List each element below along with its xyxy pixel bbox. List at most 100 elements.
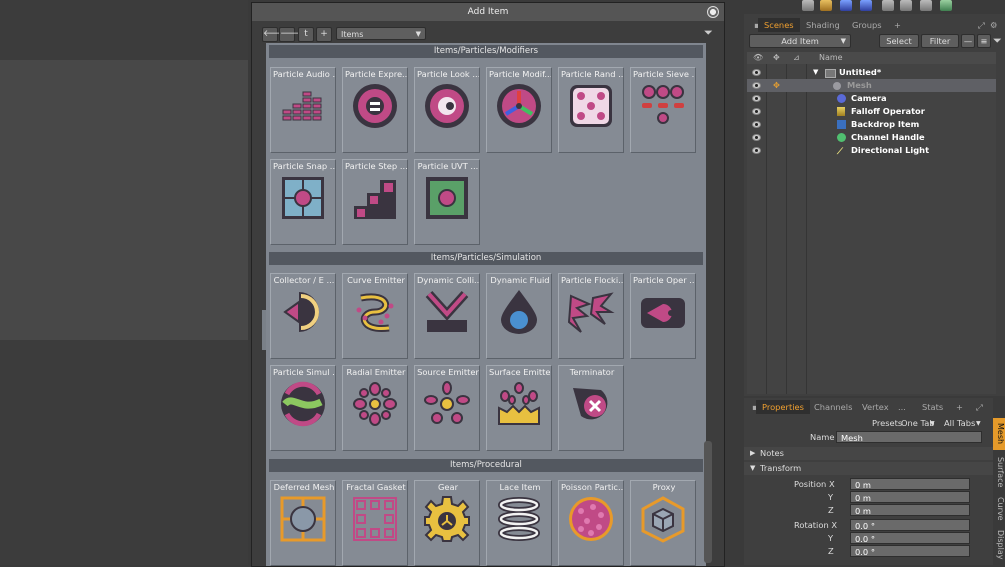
item-tile[interactable]: Radial Emitter: [342, 365, 408, 451]
rotation-x-field[interactable]: 0.0 °: [850, 519, 970, 531]
item-tile[interactable]: Particle Step ...: [342, 159, 408, 245]
side-tab-surface[interactable]: Surface: [993, 452, 1005, 492]
forward-button[interactable]: 🡒: [279, 27, 304, 42]
list-icon[interactable]: ≡: [977, 34, 991, 48]
item-tile[interactable]: Gear: [414, 480, 480, 566]
list-item[interactable]: ⟋ Directional Light: [747, 144, 996, 157]
tab-scenes[interactable]: Scenes: [758, 18, 800, 32]
transform-section[interactable]: ▼ Transform: [744, 462, 993, 475]
simulation-icon: [281, 381, 325, 427]
list-item[interactable]: Camera: [747, 92, 996, 105]
name-label: Name: [810, 432, 835, 442]
add-item-button[interactable]: Add Item ▼: [749, 34, 851, 48]
notes-section[interactable]: ▶ Notes: [744, 447, 993, 460]
eye-icon[interactable]: [752, 121, 761, 128]
scene-panel: ▪ Scenes Shading Groups + ⤢ ⚙ Add Item ▼…: [744, 14, 1005, 396]
toolbar-icon-7[interactable]: [920, 0, 932, 11]
transform-label: Transform: [760, 463, 802, 473]
toolbar-icon-8[interactable]: [940, 0, 952, 11]
item-tile[interactable]: Particle Sieve ...: [630, 67, 696, 153]
expand-triangle-icon[interactable]: ▼: [813, 66, 818, 79]
position-y-field[interactable]: 0 m: [850, 491, 970, 503]
tab-groups[interactable]: Groups: [846, 18, 888, 32]
item-tile[interactable]: Poisson Partic...: [558, 480, 624, 566]
filter-icon[interactable]: ⏷: [704, 27, 716, 39]
browser-scrollbar[interactable]: [704, 441, 712, 563]
item-tile[interactable]: Particle Audio ...: [270, 67, 336, 153]
eye-icon[interactable]: [752, 82, 761, 89]
item-tile[interactable]: Proxy: [630, 480, 696, 566]
item-tile[interactable]: Surface Emitter: [486, 365, 552, 451]
item-tile[interactable]: Particle UVT ...: [414, 159, 480, 245]
list-item[interactable]: ✥ Mesh: [747, 79, 996, 92]
item-tile[interactable]: Particle Simul ...: [270, 365, 336, 451]
tab-add[interactable]: +: [950, 400, 969, 414]
dialog-close-icon[interactable]: [707, 6, 719, 18]
toolbar-icon-4[interactable]: [860, 0, 872, 11]
eye-icon[interactable]: [752, 69, 761, 76]
list-item[interactable]: Channel Handle: [747, 131, 996, 144]
position-x-field[interactable]: 0 m: [850, 478, 970, 490]
position-z-field[interactable]: 0 m: [850, 504, 970, 516]
back-button[interactable]: 🡐: [262, 27, 287, 42]
filter-button[interactable]: Filter: [921, 34, 959, 48]
equalizer-icon: [282, 91, 322, 121]
item-tile[interactable]: Dynamic Fluid: [486, 273, 552, 359]
side-tab-mesh[interactable]: Mesh: [993, 418, 1005, 450]
toolbar-icon-5[interactable]: [882, 0, 894, 11]
select-button[interactable]: Select: [879, 34, 919, 48]
item-tile[interactable]: Particle Expre...: [342, 67, 408, 153]
all-tabs-dropdown[interactable]: All Tabs: [944, 417, 975, 430]
tile-label: Particle Flocki...: [561, 275, 623, 285]
toolbar-icon-3[interactable]: [840, 0, 852, 11]
eye-icon[interactable]: [752, 95, 761, 102]
item-tile[interactable]: Particle Rand ...: [558, 67, 624, 153]
item-tile[interactable]: Particle Look ...: [414, 67, 480, 153]
item-tile[interactable]: Particle Snap ...: [270, 159, 336, 245]
toolbar-icon-6[interactable]: [900, 0, 912, 11]
side-tab-display[interactable]: Display: [993, 526, 1005, 564]
list-item[interactable]: ▼ Untitled*: [747, 66, 996, 79]
tab-channels[interactable]: Channels: [808, 400, 858, 414]
rotation-y-field[interactable]: 0.0 °: [850, 532, 970, 544]
eye-icon[interactable]: [752, 134, 761, 141]
eye-icon[interactable]: [752, 147, 761, 154]
up-button[interactable]: t: [298, 27, 314, 42]
tab-shading[interactable]: Shading: [800, 18, 846, 32]
toolbar-icon-1[interactable]: [802, 0, 814, 11]
item-tile[interactable]: Lace Item: [486, 480, 552, 566]
item-tile[interactable]: Fractal Gasket: [342, 480, 408, 566]
tile-label: Lace Item: [499, 482, 541, 492]
tile-label: Particle Simul ...: [273, 367, 335, 377]
item-tile[interactable]: Source Emitter: [414, 365, 480, 451]
filter-icon[interactable]: ⏷: [993, 34, 1002, 48]
dialog-resize-handle[interactable]: [262, 310, 266, 350]
item-tile[interactable]: Dynamic Colli...: [414, 273, 480, 359]
tab-add[interactable]: +: [888, 18, 907, 32]
tab-properties[interactable]: Properties: [756, 400, 810, 414]
collapse-icon[interactable]: —: [961, 34, 975, 48]
presets-label[interactable]: Presets: [872, 417, 902, 430]
tab-vertex[interactable]: Vertex: [856, 400, 895, 414]
list-item[interactable]: Backdrop Item: [747, 118, 996, 131]
list-item[interactable]: Falloff Operator: [747, 105, 996, 118]
expand-icon[interactable]: ⤢: [970, 400, 989, 414]
name-field[interactable]: Mesh: [836, 431, 982, 443]
tab-more[interactable]: ...: [892, 400, 912, 414]
eye-icon[interactable]: [752, 108, 761, 115]
toolbar-icon-2[interactable]: [820, 0, 832, 11]
item-tile[interactable]: Curve Emitter: [342, 273, 408, 359]
rotation-z-field[interactable]: 0.0 °: [850, 545, 970, 557]
side-tab-curve[interactable]: Curve: [993, 494, 1005, 524]
item-tile[interactable]: Terminator: [558, 365, 624, 451]
gear-icon[interactable]: ⚙: [984, 18, 1003, 32]
item-tile[interactable]: Particle Oper ...: [630, 273, 696, 359]
category-select[interactable]: Items ▼: [336, 27, 426, 40]
item-tile[interactable]: Collector / E ...: [270, 273, 336, 359]
item-tile[interactable]: Deferred Mesh: [270, 480, 336, 566]
tab-stats[interactable]: Stats: [916, 400, 949, 414]
item-tile[interactable]: Particle Modif...: [486, 67, 552, 153]
lock-icon[interactable]: ✥: [773, 79, 780, 92]
add-button[interactable]: +: [316, 27, 332, 42]
item-tile[interactable]: Particle Flocki...: [558, 273, 624, 359]
